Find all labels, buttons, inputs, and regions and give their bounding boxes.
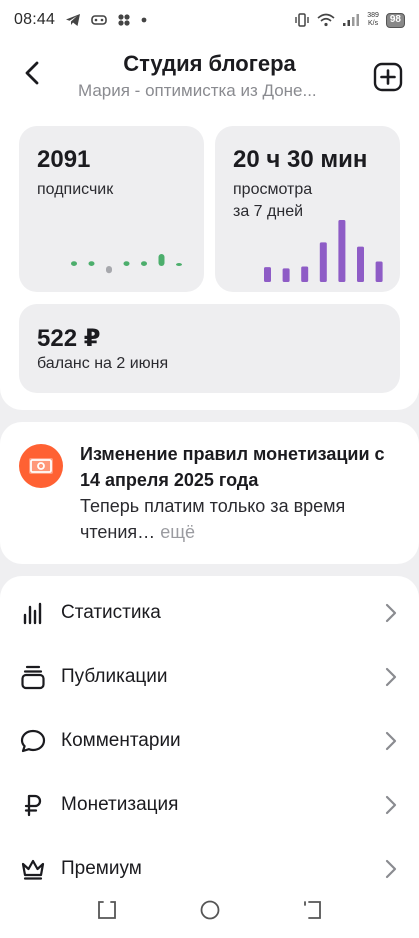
home-icon[interactable] (197, 897, 223, 923)
menu-item-publications[interactable]: Публикации (0, 647, 419, 707)
menu-item-monetization[interactable]: Монетизация (0, 775, 419, 835)
recents-icon[interactable] (94, 897, 120, 923)
add-publication-button[interactable] (373, 62, 403, 92)
signal-icon (343, 14, 360, 26)
views-bar (375, 261, 383, 282)
battery-icon: 98 (385, 12, 405, 28)
stats-icon (19, 599, 47, 627)
crown-icon (19, 855, 47, 883)
chevron-right-icon (385, 667, 397, 687)
trend-mark (71, 261, 77, 266)
views-bar (282, 268, 290, 282)
chevron-right-icon (385, 603, 397, 623)
balance-amount: 522 ₽ (37, 325, 101, 352)
subscribers-count: 2091 (37, 146, 91, 173)
monetization-notice[interactable]: Изменение правил монетизации с 14 апреля… (0, 422, 419, 564)
views-bar (338, 220, 346, 282)
page-title: Студия блогера (123, 51, 296, 76)
notice-body: Теперь платим только за время чтения… (80, 496, 346, 542)
gamepad-icon (91, 15, 107, 25)
views-bar (319, 242, 327, 282)
views-duration: 20 ч 30 мин (233, 146, 368, 173)
dot-icon (141, 17, 147, 23)
chevron-right-icon (385, 859, 397, 879)
subscribers-label: подписчик (37, 181, 114, 198)
chevron-right-icon (385, 795, 397, 815)
menu-item-label: Публикации (61, 666, 168, 687)
views-bar (357, 246, 364, 282)
comment-icon (19, 727, 47, 755)
views-bar (264, 267, 271, 282)
subscribers-trend-chart (71, 254, 182, 274)
notice-text: Теперь платим только за время чтения… ещ… (80, 493, 400, 545)
header: Студия блогера Мария - оптимистка из Дон… (0, 40, 419, 114)
menu-item-label: Премиум (61, 858, 142, 879)
trend-mark (176, 263, 182, 266)
trend-mark (106, 266, 112, 274)
views-card[interactable]: 20 ч 30 мин просмотра за 7 дней (215, 126, 400, 292)
balance-label: баланс на 2 июня (37, 355, 169, 372)
subscribers-card[interactable]: 2091 подписчик (19, 126, 204, 292)
views-label: просмотра за 7 дней (233, 179, 312, 223)
publications-icon (19, 663, 47, 691)
system-nav-bar (0, 882, 419, 938)
wifi-icon (317, 13, 335, 27)
speed-unit: K/s (367, 20, 379, 27)
trend-mark (141, 261, 147, 266)
menu-item-label: Статистика (61, 602, 161, 623)
menu-item-label: Монетизация (61, 794, 179, 815)
status-bar: 08:44 389 K/s 98 (0, 0, 419, 40)
network-speed: 389 K/s (367, 12, 379, 28)
notice-title: Изменение правил монетизации с 14 апреля… (80, 444, 385, 490)
telegram-icon (66, 14, 81, 26)
read-more-link[interactable]: ещё (160, 522, 195, 542)
stats-section: 2091 подписчик 20 ч 30 мин просмотра за … (0, 114, 419, 410)
trend-mark (88, 261, 95, 266)
menu-item-statistics[interactable]: Статистика (0, 583, 419, 643)
back-nav-icon[interactable] (300, 897, 326, 923)
ruble-icon (19, 791, 47, 819)
balance-card[interactable]: 522 ₽ баланс на 2 июня (19, 304, 400, 393)
views-bar (301, 266, 309, 282)
vibrate-icon (295, 13, 309, 27)
money-icon (19, 444, 63, 488)
trend-mark (123, 261, 130, 266)
blog-name: Мария - оптимистка из Доне... (78, 81, 317, 100)
menu-item-comments[interactable]: Комментарии (0, 711, 419, 771)
views-bar-chart (264, 220, 383, 282)
trend-mark (158, 254, 165, 266)
apps-icon (118, 14, 130, 26)
speed-value: 389 (367, 12, 379, 19)
chevron-right-icon (385, 731, 397, 751)
status-time: 08:44 (14, 11, 56, 28)
views-label-line1: просмотра (233, 181, 313, 198)
menu-item-label: Комментарии (61, 730, 181, 751)
